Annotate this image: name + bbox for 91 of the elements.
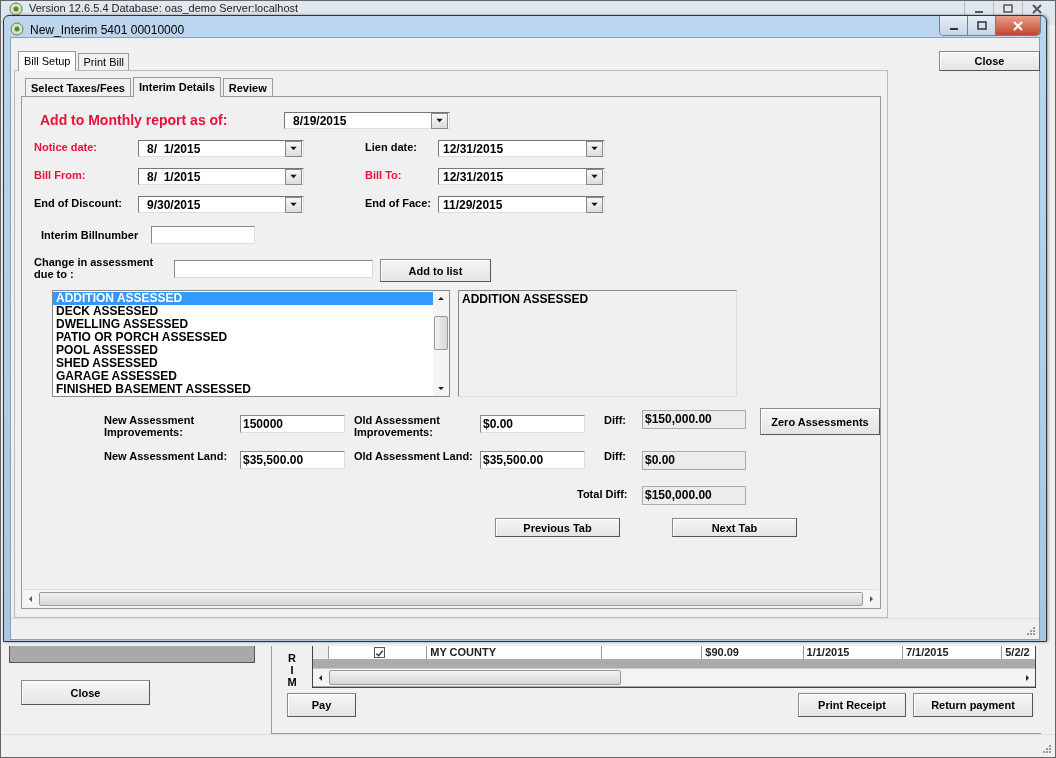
minimize-icon bbox=[949, 27, 958, 30]
close-icon bbox=[1030, 4, 1044, 14]
minimize-button[interactable] bbox=[940, 16, 968, 35]
list-box[interactable]: ADDITION ASSESSED bbox=[458, 290, 737, 397]
app-icon bbox=[9, 2, 23, 16]
field-label: New Assessment Land: bbox=[104, 450, 229, 462]
field-label: Add to Monthly report as of: bbox=[40, 112, 229, 128]
minimize-icon bbox=[975, 11, 983, 13]
tab[interactable]: Print Bill bbox=[78, 53, 129, 70]
close-button[interactable]: Close bbox=[21, 680, 150, 705]
dropdown-arrow-icon[interactable] bbox=[289, 172, 298, 181]
date-picker[interactable]: 8/ 1/2015 bbox=[138, 140, 304, 157]
field-label: Change in assessment due to : bbox=[34, 256, 155, 280]
date-picker[interactable]: 8/19/2015 bbox=[284, 112, 450, 129]
maximize-icon bbox=[1001, 4, 1015, 14]
close-button[interactable] bbox=[996, 16, 1040, 35]
list-item[interactable]: GARAGE ASSESSED bbox=[53, 370, 433, 383]
input-field[interactable]: 150000 bbox=[240, 415, 345, 433]
date-picker[interactable]: 8/ 1/2015 bbox=[138, 168, 304, 185]
total-diff-field: $150,000.00 bbox=[642, 486, 746, 505]
input-field[interactable]: $0.00 bbox=[480, 415, 585, 433]
field-label: Bill From: bbox=[34, 169, 87, 181]
close-button[interactable]: Close bbox=[939, 51, 1040, 71]
list-item[interactable]: FINISHED BASEMENT ASSESSED bbox=[53, 383, 433, 396]
list-box[interactable]: ADDITION ASSESSED DECK ASSESSED DWELLING ASSESSED PATIO OR PORCH ASSESSED POOL ASSESSED SHED ASSESSED GARAGE ASSESSED FINISHED BASEMENT ASSESSED bbox=[52, 290, 450, 397]
previous-tab-button[interactable]: Previous Tab bbox=[495, 518, 620, 537]
dropdown-arrow-icon[interactable] bbox=[289, 200, 298, 209]
dropdown-arrow-icon[interactable] bbox=[590, 200, 599, 209]
row-header-letter: R bbox=[288, 652, 296, 664]
print-receipt-button[interactable]: Print Receipt bbox=[798, 693, 906, 717]
table-cell-text: 5/2/2 bbox=[1004, 646, 1031, 659]
dropdown-arrow-icon[interactable] bbox=[435, 116, 444, 125]
table-cell: 7/1/2015 bbox=[902, 646, 1003, 659]
field-label: Diff: bbox=[604, 450, 627, 462]
date-picker[interactable]: 12/31/2015 bbox=[438, 168, 605, 185]
input-field[interactable] bbox=[174, 260, 373, 278]
date-picker[interactable]: 12/31/2015 bbox=[438, 140, 605, 157]
field-label: Old Assessment Improvements: bbox=[354, 414, 441, 438]
list-item[interactable]: SHED ASSESSED bbox=[53, 357, 433, 370]
close-icon bbox=[1011, 20, 1025, 31]
field-label: Bill To: bbox=[365, 169, 403, 181]
app-icon bbox=[10, 22, 24, 36]
row-header-cell[interactable] bbox=[313, 646, 329, 659]
diff-field: $150,000.00 bbox=[642, 410, 746, 429]
date-picker[interactable]: 9/30/2015 bbox=[138, 196, 304, 213]
field-label: New Assessment Improvements: bbox=[104, 414, 196, 438]
field-label: Lien date: bbox=[365, 141, 418, 153]
tab[interactable]: Select Taxes/Fees bbox=[25, 78, 131, 96]
row-header-letter: M bbox=[287, 676, 297, 688]
list-item[interactable]: POOL ASSESSED bbox=[53, 344, 433, 357]
diff-field: $0.00 bbox=[642, 451, 746, 470]
maximize-button[interactable] bbox=[968, 16, 996, 35]
field-label: Diff: bbox=[604, 414, 627, 426]
dropdown-arrow-icon[interactable] bbox=[590, 144, 599, 153]
field-label: Interim Billnumber bbox=[41, 229, 140, 241]
field-label: End of Discount: bbox=[34, 197, 123, 209]
scroll-thumb[interactable] bbox=[329, 670, 621, 685]
input-field[interactable]: $35,500.00 bbox=[480, 451, 585, 469]
dropdown-arrow-icon[interactable] bbox=[590, 172, 599, 181]
add-to-list-button[interactable]: Add to list bbox=[380, 259, 491, 282]
checkbox[interactable] bbox=[373, 647, 385, 658]
table-cell: MY COUNTY bbox=[427, 646, 602, 659]
pay-button[interactable]: Pay bbox=[287, 693, 356, 717]
field-label: Total Diff: bbox=[577, 488, 629, 500]
table-cell: 1/1/2015 bbox=[803, 646, 903, 659]
list-item[interactable]: PATIO OR PORCH ASSESSED bbox=[53, 331, 433, 344]
scroll-thumb[interactable] bbox=[39, 591, 863, 606]
list-item[interactable]: DECK ASSESSED bbox=[53, 305, 433, 318]
field-label: End of Face: bbox=[365, 197, 432, 209]
field-label: Notice date: bbox=[34, 141, 98, 153]
tab[interactable]: Review bbox=[222, 78, 273, 96]
scroll-thumb[interactable] bbox=[434, 316, 448, 350]
tab[interactable]: Interim Details bbox=[132, 77, 221, 97]
resize-grip-icon[interactable] bbox=[1041, 743, 1051, 753]
input-field[interactable]: $35,500.00 bbox=[240, 451, 345, 469]
tab[interactable]: Bill Setup bbox=[18, 51, 77, 71]
input-field[interactable] bbox=[151, 226, 255, 244]
resize-grip-icon[interactable] bbox=[1025, 625, 1035, 635]
row-header-letter: I bbox=[290, 664, 294, 676]
list-item[interactable]: ADDITION ASSESSED bbox=[459, 293, 736, 306]
maximize-icon bbox=[974, 20, 989, 31]
list-item[interactable]: DWELLING ASSESSED bbox=[53, 318, 433, 331]
window-title: Version 12.6.5.4 Database: oas_demo Server:localhost bbox=[29, 2, 299, 14]
table-cell: $90.09 bbox=[702, 646, 804, 659]
field-label: Old Assessment Land: bbox=[354, 450, 474, 462]
date-picker[interactable]: 11/29/2015 bbox=[438, 196, 605, 213]
next-tab-button[interactable]: Next Tab bbox=[672, 518, 797, 537]
window-title: New_Interim 5401 00010000 bbox=[30, 23, 185, 37]
zero-assessments-button[interactable]: Zero Assessments bbox=[760, 408, 880, 435]
return-payment-button[interactable]: Return payment bbox=[913, 693, 1033, 717]
dropdown-arrow-icon[interactable] bbox=[289, 144, 298, 153]
